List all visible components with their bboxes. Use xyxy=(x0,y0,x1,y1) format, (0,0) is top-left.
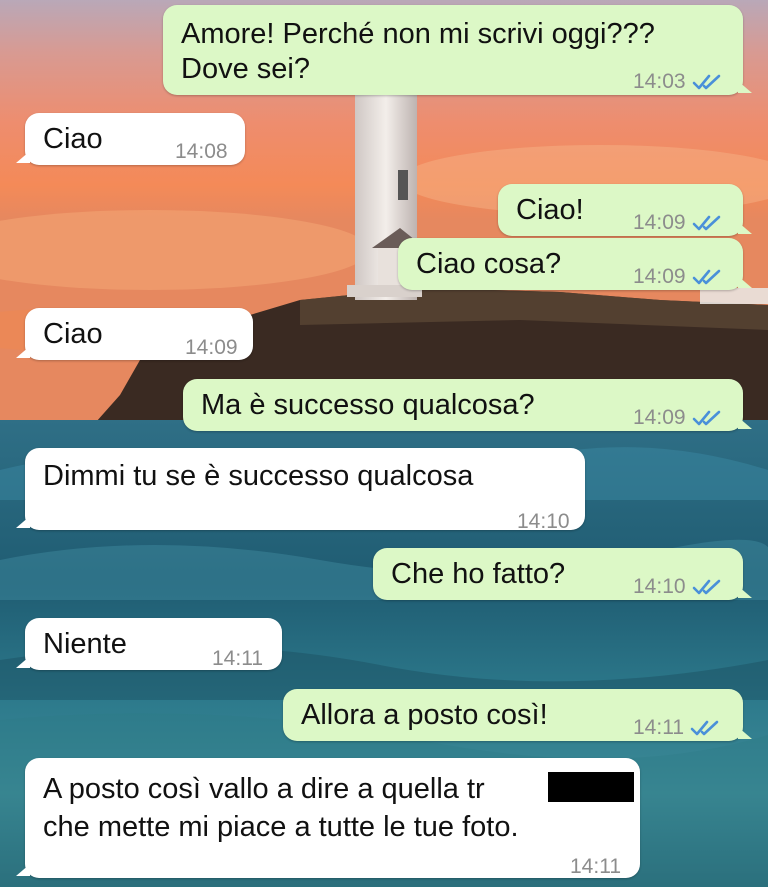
message-timestamp: 14:09 xyxy=(633,211,686,234)
message-timestamp: 14:11 xyxy=(570,855,621,878)
message-timestamp: 14:09 xyxy=(633,265,686,288)
message-text: Allora a posto così! xyxy=(301,699,548,731)
read-ticks-icon xyxy=(692,410,720,426)
bubble-tail xyxy=(738,222,752,234)
message-meta: 14:11 xyxy=(570,848,621,886)
message-timestamp: 14:10 xyxy=(633,575,686,598)
bubble-tail xyxy=(16,346,30,358)
message-timestamp: 14:11 xyxy=(633,716,684,739)
message-text: Ciao xyxy=(43,123,103,155)
read-ticks-icon xyxy=(692,269,720,285)
message-meta: 14:09 xyxy=(185,329,238,367)
message-bubble-outgoing[interactable]: Allora a posto così! 14:11 xyxy=(283,689,752,741)
message-timestamp: 14:11 xyxy=(212,647,263,670)
message-meta: 14:09 xyxy=(633,204,724,242)
bubble-tail xyxy=(16,656,30,668)
message-text: Ma è successo qualcosa? xyxy=(201,389,535,421)
message-meta: 14:11 xyxy=(633,709,722,747)
bubble-tail xyxy=(738,81,752,93)
message-meta: 14:10 xyxy=(517,503,570,541)
message-text: A posto così vallo a dire a quella tr xyxy=(43,773,485,805)
bubble-tail xyxy=(16,516,30,528)
message-text: Ciao cosa? xyxy=(416,248,562,280)
message-bubble-outgoing[interactable]: Ciao! 14:09 xyxy=(498,184,752,236)
bubble-tail xyxy=(738,417,752,429)
message-meta: 14:09 xyxy=(633,258,724,296)
message-bubble-incoming[interactable]: Dimmi tu se è successo qualcosa 14:10 xyxy=(16,448,585,533)
message-meta: 14:09 xyxy=(633,399,724,437)
bubble-tail xyxy=(16,864,30,876)
message-text: Amore! Perché non mi scrivi oggi??? xyxy=(181,18,655,50)
read-ticks-icon xyxy=(690,720,719,736)
message-text: Niente xyxy=(43,628,127,660)
bubble-tail xyxy=(738,727,752,739)
message-timestamp: 14:09 xyxy=(185,336,238,359)
bubble-tail xyxy=(738,586,752,598)
message-meta: 14:08 xyxy=(175,133,228,171)
bubble-tail xyxy=(738,276,752,288)
read-ticks-icon xyxy=(692,215,720,231)
message-bubble-incoming[interactable]: A posto così vallo a dire a quella tr che… xyxy=(16,758,640,878)
message-bubble-outgoing[interactable]: Amore! Perché non mi scrivi oggi??? Dove … xyxy=(163,5,752,95)
message-bubble-incoming[interactable]: Ciao 14:09 xyxy=(16,308,253,360)
message-list[interactable]: Amore! Perché non mi scrivi oggi??? Dove … xyxy=(0,0,768,887)
message-timestamp: 14:03 xyxy=(633,70,686,93)
message-text: Ciao! xyxy=(516,194,584,226)
message-timestamp: 14:08 xyxy=(175,140,228,163)
message-text: Ciao xyxy=(43,318,103,350)
bubble-tail xyxy=(16,151,30,163)
redaction-bar xyxy=(548,772,634,802)
message-text: Dimmi tu se è successo qualcosa xyxy=(43,460,474,492)
read-ticks-icon xyxy=(692,74,720,90)
message-bubble-outgoing[interactable]: Ciao cosa? 14:09 xyxy=(398,238,752,290)
message-text: Che ho fatto? xyxy=(391,558,566,590)
message-meta: 14:10 xyxy=(633,568,724,606)
read-ticks-icon xyxy=(692,579,720,595)
message-text: che mette mi piace a tutte le tue foto. xyxy=(43,811,519,843)
message-timestamp: 14:09 xyxy=(633,406,686,429)
message-bubble-outgoing[interactable]: Ma è successo qualcosa? 14:09 xyxy=(183,379,752,431)
message-bubble-outgoing[interactable]: Che ho fatto? 14:10 xyxy=(373,548,752,600)
message-meta: 14:03 xyxy=(633,63,724,101)
message-bubble-incoming[interactable]: Ciao 14:08 xyxy=(16,113,245,165)
message-timestamp: 14:10 xyxy=(517,510,570,533)
message-bubble-incoming[interactable]: Niente 14:11 xyxy=(16,618,282,670)
message-text: Dove sei? xyxy=(181,53,310,85)
message-meta: 14:11 xyxy=(212,640,263,678)
